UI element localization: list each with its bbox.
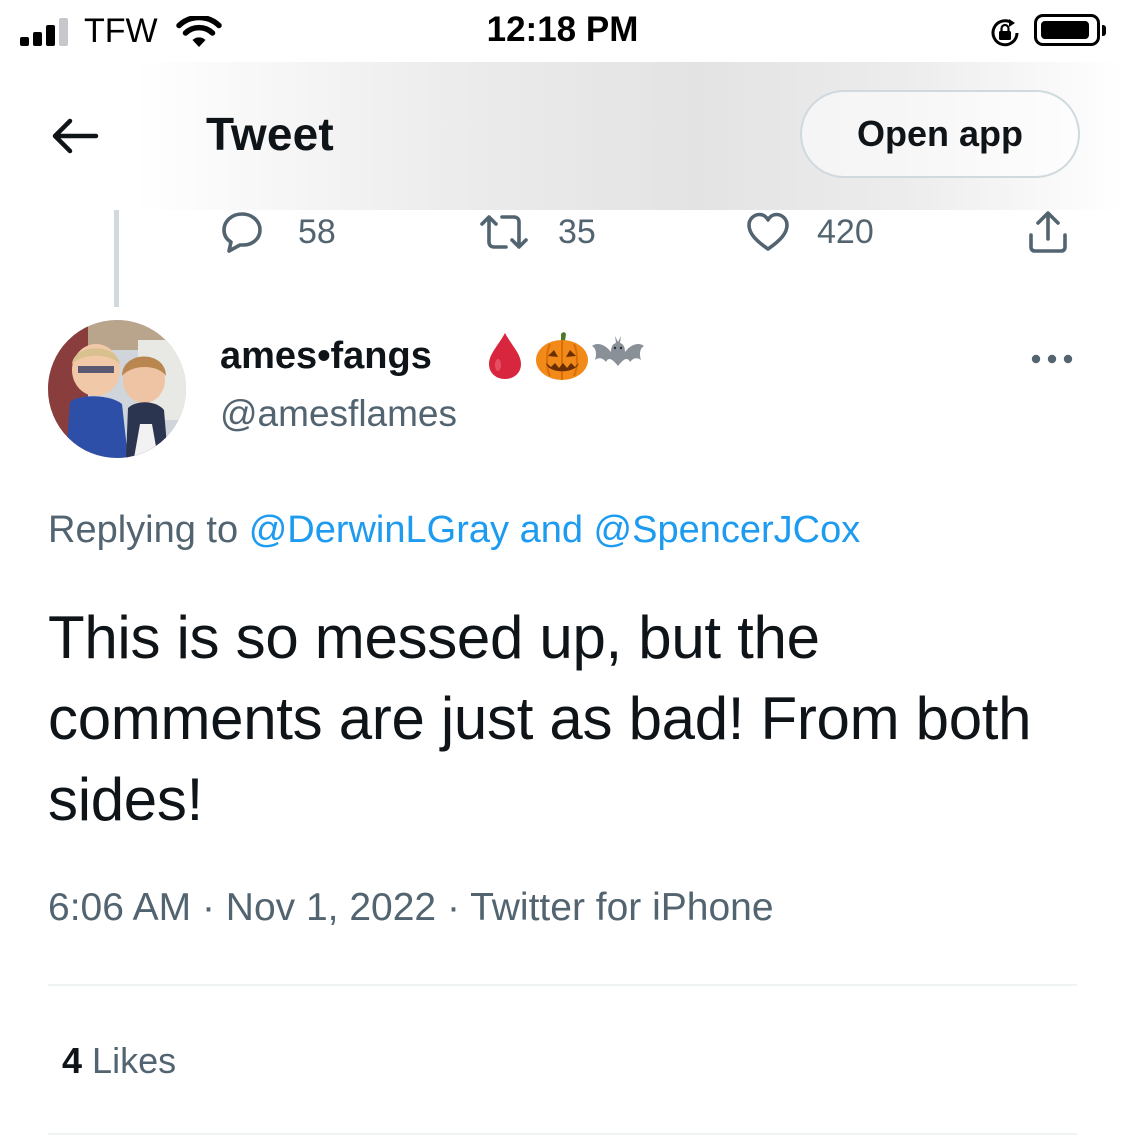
bat-icon: [592, 336, 644, 366]
reply-count: 58: [298, 212, 336, 251]
author-handle[interactable]: @amesflames: [220, 393, 457, 435]
tweet-text: This is so messed up, but the comments a…: [48, 604, 1032, 833]
retweet-icon: [480, 215, 528, 249]
mention-link-spencer[interactable]: @SpencerJCox: [594, 509, 861, 551]
speech-bubble-icon: [222, 212, 262, 253]
likes-count: 4: [62, 1040, 83, 1081]
jack-o-lantern-icon: [536, 332, 588, 380]
divider: [48, 1133, 1077, 1135]
status-time: 12:18 PM: [486, 10, 639, 49]
tweet-source[interactable]: Twitter for iPhone: [470, 886, 773, 929]
retweet-count: 35: [558, 212, 596, 251]
mention-joiner[interactable]: and: [520, 509, 583, 551]
author-display-name[interactable]: ames•fangs: [220, 335, 432, 378]
like-count: 420: [817, 212, 874, 251]
thread-connector-line: [114, 210, 119, 307]
mention-link-derwin[interactable]: @DerwinLGray: [249, 509, 509, 551]
divider: [48, 984, 1077, 986]
top-header: Tweet Open app: [0, 62, 1125, 210]
open-app-button[interactable]: Open app: [800, 90, 1080, 178]
likes-label: Likes: [92, 1040, 177, 1081]
replying-to-line: Replying to @DerwinLGray and @SpencerJCo…: [48, 509, 860, 552]
status-bar: TFW 12:18 PM: [0, 0, 1125, 62]
replying-to-label: Replying to: [48, 509, 239, 551]
heart-icon: [747, 212, 789, 251]
likes-summary[interactable]: 4 Likes: [62, 1040, 176, 1082]
avatar-photo: [48, 320, 186, 458]
like-button[interactable]: 420: [745, 206, 874, 258]
meta-separator: ·: [201, 886, 215, 929]
page-title: Tweet: [206, 108, 334, 160]
back-arrow-icon[interactable]: [48, 112, 100, 160]
tweet-metadata: 6:06 AM · Nov 1, 2022 · Twitter for iPho…: [48, 886, 774, 930]
meta-separator: ·: [446, 886, 460, 929]
orientation-lock-icon: [991, 19, 1019, 47]
avatar[interactable]: [48, 320, 186, 458]
tweet-date: Nov 1, 2022: [225, 886, 437, 929]
share-icon: [1029, 211, 1067, 253]
battery-icon: [1034, 14, 1106, 46]
share-button[interactable]: [1026, 206, 1070, 258]
more-dots-icon[interactable]: [1028, 345, 1076, 373]
retweet-button[interactable]: 35: [478, 206, 596, 258]
tweet-time: 6:06 AM: [48, 886, 192, 929]
blood-drop-icon: [489, 333, 521, 379]
reply-button[interactable]: 58: [220, 206, 336, 258]
